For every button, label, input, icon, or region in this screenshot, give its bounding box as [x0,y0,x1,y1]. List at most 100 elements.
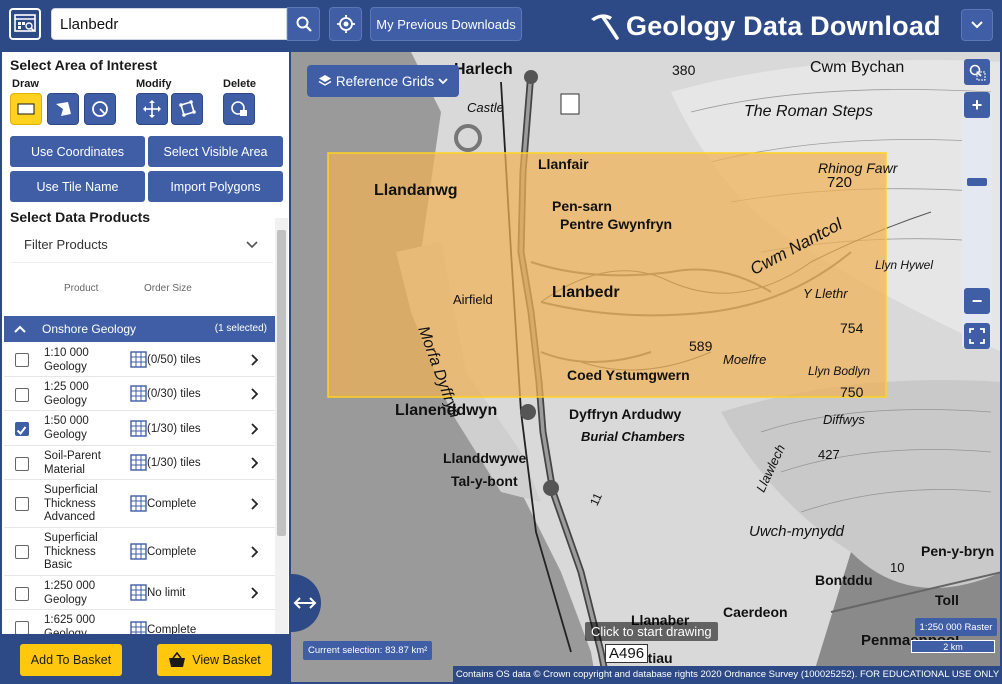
chevron-right-icon[interactable] [250,457,258,469]
product-checkbox[interactable] [15,497,29,511]
map-label: Llanfair [538,156,589,172]
map-label: Llanbedr [552,284,620,301]
products-title: Select Data Products [10,209,151,225]
map-label: Llyn Bodlyn [808,364,871,378]
delete-shape-button[interactable] [223,93,255,125]
reference-grids-dropdown[interactable]: Reference Grids [307,65,459,97]
order-size-text: (0/50) tiles [147,353,201,366]
zoom-out-button[interactable]: − [964,288,990,314]
view-basket-button[interactable]: View Basket [157,644,272,676]
product-row[interactable]: 1:10 000 Geology (0/50) tiles [4,342,275,377]
edit-polygon-icon [179,100,196,117]
eraser-icon [231,101,247,116]
product-checkbox[interactable] [15,388,29,402]
map-label: Moelfre [723,352,767,367]
draw-circle-button[interactable] [84,93,116,125]
sidebar-scrollbar-thumb[interactable] [277,230,286,536]
map-label: 720 [827,174,853,191]
map-label: The Roman Steps [744,103,873,120]
tile-grid-icon [130,584,147,601]
order-size-text: Complete [147,497,197,510]
tile-grid-icon [130,420,147,437]
map-label: Airfield [453,292,493,307]
order-size: Complete [130,495,196,512]
map-label: Caerdeon [723,604,788,620]
edit-vertices-button[interactable] [171,93,203,125]
order-size-text: Complete [147,545,197,558]
product-row[interactable]: 1:250 000 Geology No limit [4,576,275,610]
chevron-right-icon[interactable] [250,587,258,599]
product-row[interactable]: 1:25 000 Geology (0/30) tiles [4,377,275,411]
product-name: 1:250 000 Geology [44,580,96,606]
map-label: Uwch-mynydd [749,523,845,540]
zoom-to-selection-button[interactable] [964,59,990,85]
sidebar: Select Area of Interest Draw Modify Dele… [0,52,291,684]
add-to-basket-button[interactable]: Add To Basket [20,644,122,676]
reference-grids-label: Reference Grids [335,73,435,89]
chevron-down-icon [438,77,448,84]
product-checkbox[interactable] [15,353,29,367]
view-basket-label: View Basket [192,653,261,667]
import-polygons-button[interactable]: Import Polygons [148,171,283,202]
map-label: Pen-y-bryn [921,543,995,559]
app-logo-icon[interactable] [9,8,41,40]
product-row[interactable]: 1:50 000 Geology (1/30) tiles [4,411,275,446]
product-checkbox[interactable] [15,621,29,634]
chevron-right-icon[interactable] [250,354,258,366]
zoom-in-button[interactable]: + [964,92,990,118]
chevron-right-icon[interactable] [250,498,258,510]
product-row[interactable]: Superficial Thickness Advanced Complete [4,480,275,528]
draw-polygon-button[interactable] [47,93,79,125]
tile-grid-icon [130,543,147,560]
search-input[interactable] [51,8,287,40]
search-button[interactable] [287,7,320,41]
select-visible-area-button[interactable]: Select Visible Area [148,136,283,167]
order-size: Complete [130,621,196,634]
chevron-right-icon[interactable] [250,546,258,558]
locate-me-button[interactable] [329,7,362,41]
product-row[interactable]: Superficial Thickness Basic Complete [4,528,275,576]
previous-downloads-button[interactable]: My Previous Downloads [370,7,522,41]
geology-hammer-icon [591,14,619,40]
product-checkbox[interactable] [15,587,29,601]
product-name: 1:10 000 Geology [44,347,89,373]
draw-label: Draw [12,78,39,90]
order-size: (0/50) tiles [130,351,201,368]
map-label: Burial Chambers [581,429,686,444]
draw-rectangle-button[interactable] [10,93,42,125]
map-label: 10 [890,560,905,575]
tile-grid-icon [130,621,147,634]
product-checkbox[interactable] [15,457,29,471]
map-label: 750 [840,384,864,400]
product-checkbox[interactable] [15,545,29,559]
use-coordinates-button[interactable]: Use Coordinates [10,136,145,167]
map-label: 754 [840,320,864,336]
product-name: 1:25 000 Geology [44,381,89,407]
product-checkbox-checked[interactable] [15,422,29,436]
menu-dropdown-button[interactable] [961,9,993,41]
order-size: No limit [130,584,185,601]
circle-icon [92,101,108,117]
product-name: 1:625 000 Geology [44,614,96,634]
app-header: My Previous Downloads Geology Data Downl… [0,0,1002,52]
zoom-slider-handle[interactable] [967,178,987,186]
move-button[interactable] [136,93,168,125]
product-row[interactable]: Soil-Parent Material (1/30) tiles [4,446,275,480]
checkmark-icon [16,426,27,436]
product-name: Superficial Thickness Basic [44,532,98,571]
filter-products-dropdown[interactable]: Filter Products [10,225,273,263]
aoi-title: Select Area of Interest [10,57,158,73]
chevron-right-icon[interactable] [250,423,258,435]
map-canvas[interactable]: Harlech Castle 380 Cwm Bychan The Roman … [289,52,1000,682]
chevron-right-icon[interactable] [250,388,258,400]
move-arrows-icon [143,100,161,118]
product-name: 1:50 000 Geology [44,415,89,441]
fullscreen-button[interactable] [964,323,990,349]
order-size-text: (0/30) tiles [147,387,201,400]
map-label: Y Llethr [803,286,848,301]
map-label: Cwm Bychan [810,59,905,76]
map-label: Llyn Hywel [875,258,934,272]
use-tile-name-button[interactable]: Use Tile Name [10,171,145,202]
onshore-geology-group-header[interactable]: Onshore Geology (1 selected) [4,316,275,342]
product-row[interactable]: 1:625 000 Geology Complete [4,610,275,634]
